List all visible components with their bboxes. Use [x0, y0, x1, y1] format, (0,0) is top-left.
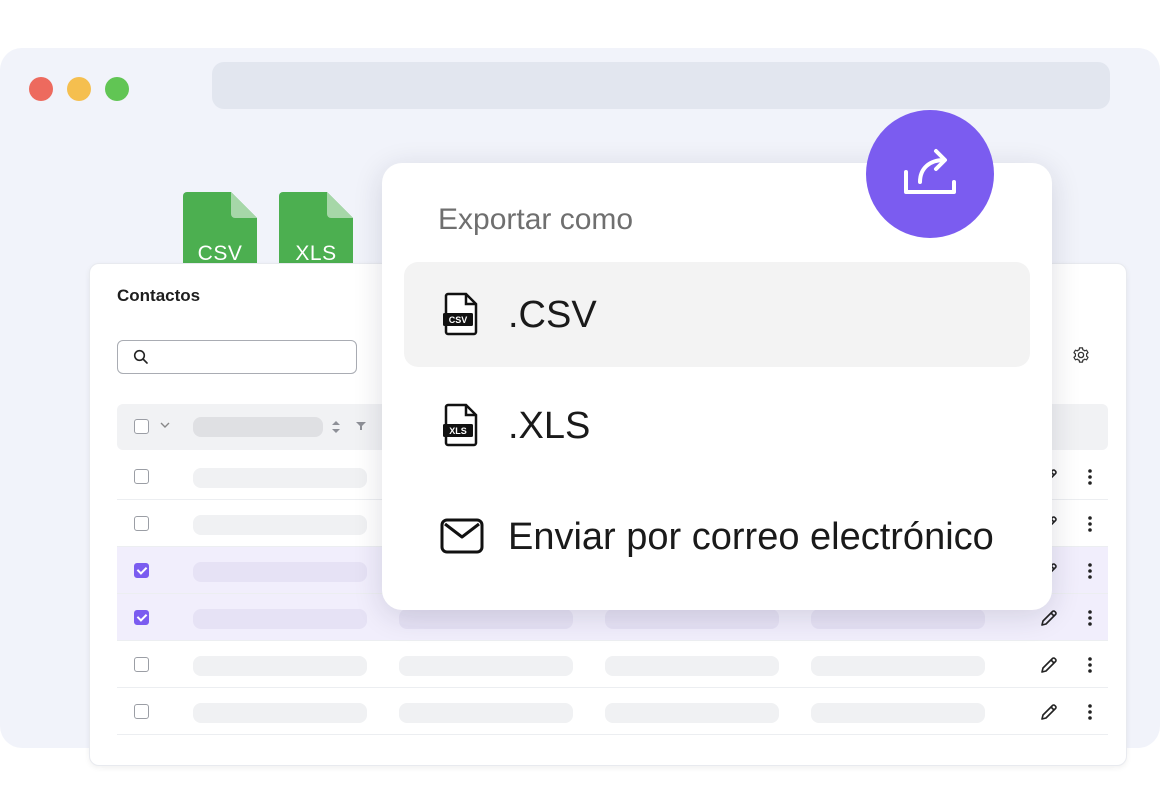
chevron-down-icon[interactable] [159, 419, 171, 431]
row-checkbox[interactable] [134, 469, 149, 484]
cell-placeholder [193, 515, 367, 535]
stage: CSV XLS Contactos Exportar como CSV .CSV… [0, 0, 1160, 796]
cell-placeholder [193, 562, 367, 582]
more-options-icon[interactable] [1085, 702, 1095, 722]
export-button[interactable] [866, 110, 994, 238]
edit-icon[interactable] [1039, 655, 1059, 675]
cell-placeholder [399, 703, 573, 723]
cell-placeholder [605, 703, 779, 723]
row-checkbox[interactable] [134, 516, 149, 531]
edit-icon[interactable] [1039, 608, 1059, 628]
cell-placeholder [399, 609, 573, 629]
cell-placeholder [193, 609, 367, 629]
edit-icon[interactable] [1039, 702, 1059, 722]
filter-icon[interactable] [356, 421, 366, 431]
cell-placeholder [811, 656, 985, 676]
more-options-icon[interactable] [1085, 467, 1095, 487]
cell-placeholder [399, 656, 573, 676]
xls-badge: XLS [449, 426, 467, 436]
csv-file-icon: CSV [443, 292, 478, 336]
export-xls-option[interactable]: XLS .XLS [404, 373, 1030, 478]
xls-file-icon: XLS [443, 403, 478, 447]
cell-placeholder [193, 656, 367, 676]
row-checkbox[interactable] [134, 704, 149, 719]
address-bar[interactable] [212, 62, 1110, 109]
cell-placeholder [193, 703, 367, 723]
more-options-icon[interactable] [1085, 514, 1095, 534]
share-export-icon [904, 149, 956, 194]
table-row[interactable] [117, 688, 1108, 735]
cell-placeholder [605, 656, 779, 676]
sort-icon[interactable] [331, 420, 341, 434]
export-csv-option[interactable]: CSV .CSV [404, 262, 1030, 367]
window-maximize-button[interactable] [105, 77, 129, 101]
more-options-icon[interactable] [1085, 561, 1095, 581]
row-checkbox[interactable] [134, 610, 149, 625]
cell-placeholder [605, 609, 779, 629]
window-minimize-button[interactable] [67, 77, 91, 101]
table-row[interactable] [117, 641, 1108, 688]
cell-placeholder [811, 703, 985, 723]
search-icon [133, 349, 148, 364]
row-checkbox[interactable] [134, 657, 149, 672]
export-xls-label: .XLS [508, 405, 591, 447]
search-input[interactable] [117, 340, 357, 374]
cell-placeholder [193, 468, 367, 488]
csv-badge: CSV [449, 315, 468, 325]
column-header-placeholder [193, 417, 323, 437]
cell-placeholder [811, 609, 985, 629]
mail-icon [440, 518, 484, 554]
more-options-icon[interactable] [1085, 608, 1095, 628]
select-all-checkbox[interactable] [134, 419, 149, 434]
more-options-icon[interactable] [1085, 655, 1095, 675]
export-email-label: Enviar por correo electrónico [508, 516, 994, 558]
gear-icon[interactable] [1072, 346, 1090, 364]
row-checkbox[interactable] [134, 563, 149, 578]
contacts-title: Contactos [117, 286, 201, 305]
export-csv-label: .CSV [508, 294, 597, 336]
window-close-button[interactable] [29, 77, 53, 101]
export-email-option[interactable]: Enviar por correo electrónico [404, 484, 1030, 589]
export-menu-title: Exportar como [438, 203, 634, 236]
